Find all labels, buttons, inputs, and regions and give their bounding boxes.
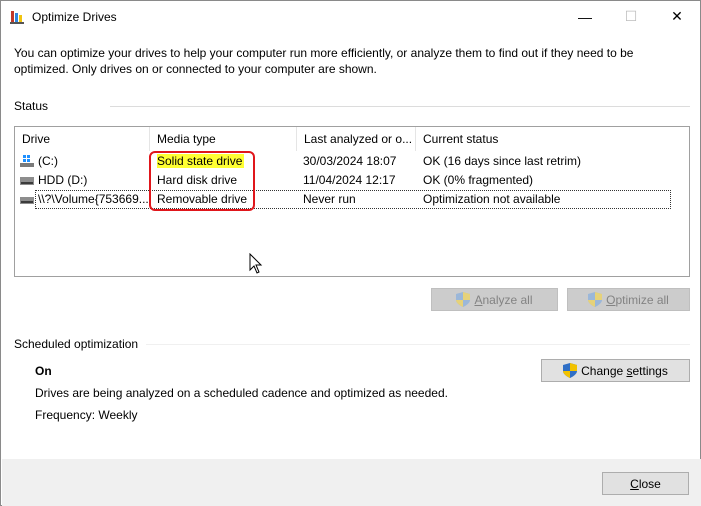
drives-list[interactable]: Drive Media type Last analyzed or o... C… (14, 126, 690, 277)
analyze-all-button[interactable]: Analyze all (431, 288, 558, 311)
maximize-button[interactable]: ☐ (608, 1, 654, 32)
close-window-button[interactable]: ✕ (654, 1, 700, 32)
optimize-drives-icon (10, 11, 24, 24)
uac-shield-icon (588, 292, 603, 307)
optimize-all-label: Optimize all (606, 292, 669, 307)
title-bar[interactable]: Optimize Drives — ☐ ✕ (1, 1, 700, 32)
intro-text: You can optimize your drives to help you… (14, 46, 634, 76)
column-header-drive[interactable]: Drive (15, 127, 150, 151)
status-label: Status (14, 99, 49, 113)
schedule-description: Drives are being analyzed on a scheduled… (35, 386, 448, 400)
drive-name: \\?\Volume{753669... (38, 192, 148, 206)
last-analyzed: 30/03/2024 18:07 (303, 154, 397, 168)
last-analyzed: Never run (303, 192, 356, 206)
status-divider (110, 106, 690, 107)
column-header-media-type[interactable]: Media type (150, 127, 297, 151)
drive-name: HDD (D:) (38, 173, 88, 187)
optimize-all-button[interactable]: Optimize all (567, 288, 690, 311)
window-title: Optimize Drives (32, 10, 117, 24)
minimize-button[interactable]: — (562, 1, 608, 32)
uac-shield-icon (563, 363, 578, 378)
change-settings-label: Change settings (581, 363, 668, 378)
column-header-current-status[interactable]: Current status (416, 127, 689, 151)
scheduled-divider (146, 344, 690, 345)
close-label: Close (630, 476, 661, 491)
scheduled-optimization-label: Scheduled optimization (14, 337, 139, 351)
current-status: OK (16 days since last retrim) (423, 154, 582, 168)
last-analyzed: 11/04/2024 12:17 (303, 173, 396, 187)
minimize-icon: — (578, 8, 592, 25)
close-button[interactable]: Close (602, 472, 689, 495)
current-status: Optimization not available (423, 192, 561, 206)
current-status: OK (0% fragmented) (423, 173, 534, 187)
hard-disk-icon (20, 177, 34, 185)
drive-row-d[interactable]: HDD (D:) Hard disk drive 11/04/2024 12:1… (15, 171, 689, 190)
column-header-last-analyzed[interactable]: Last analyzed or o... (297, 127, 416, 151)
annotation-red-box (149, 151, 255, 211)
drive-name: (C:) (38, 154, 58, 168)
schedule-frequency: Frequency: Weekly (35, 408, 138, 422)
analyze-all-label: Analyze all (474, 292, 533, 307)
uac-shield-icon (456, 292, 471, 307)
close-icon: ✕ (671, 8, 683, 24)
dialog-footer (2, 459, 701, 506)
change-settings-button[interactable]: Change settings (541, 359, 690, 382)
mouse-pointer-icon (249, 253, 263, 274)
optimize-drives-window: Optimize Drives — ☐ ✕ You can optimize y… (0, 0, 701, 506)
drive-row-c[interactable]: (C:) Solid state drive 30/03/2024 18:07 … (15, 152, 689, 171)
maximize-icon: ☐ (624, 8, 638, 24)
schedule-state: On (35, 364, 52, 378)
removable-drive-icon (20, 197, 34, 204)
drive-row-removable[interactable]: \\?\Volume{753669... Removable drive Nev… (15, 190, 689, 209)
windows-drive-icon (20, 155, 34, 167)
